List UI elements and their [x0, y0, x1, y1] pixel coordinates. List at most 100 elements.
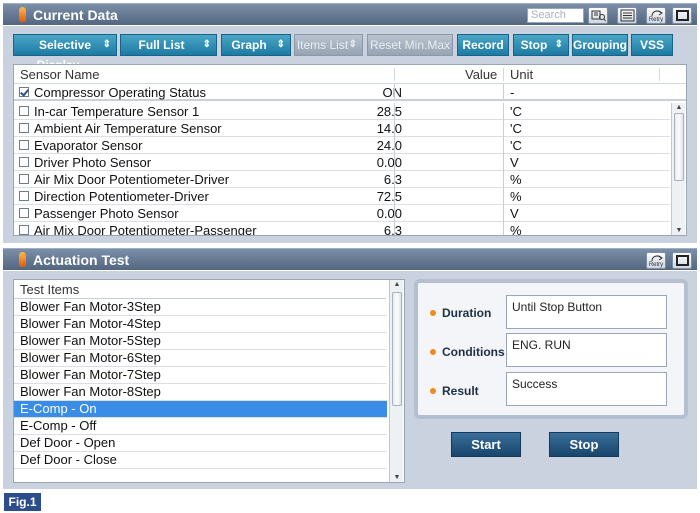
flame-icon	[19, 252, 26, 267]
flame-icon	[19, 7, 26, 22]
start-button[interactable]: Start	[451, 432, 521, 457]
sensor-row-checkbox[interactable]	[19, 157, 29, 167]
sensor-row-checkbox[interactable]	[19, 123, 29, 133]
sensor-name: Air Mix Door Potentiometer-Driver	[34, 172, 230, 187]
stop-dropdown-button[interactable]: Stop ⇕	[513, 34, 569, 56]
actuation-test-panel: Test Items Blower Fan Motor-3Step Blower …	[3, 271, 697, 489]
test-items-list: Test Items Blower Fan Motor-3Step Blower …	[13, 279, 405, 483]
items-list-button[interactable]: Items List ⇕	[294, 34, 363, 56]
actuation-test-title: Actuation Test	[33, 252, 130, 268]
conditions-label: Conditions	[430, 345, 505, 359]
retry-icon[interactable]: Retry	[646, 7, 666, 24]
grouping-button[interactable]: Grouping	[572, 34, 628, 56]
sensor-value: 6.3	[383, 223, 402, 235]
sensor-row[interactable]: Air Mix Door Potentiometer-Driver 6.3%	[14, 171, 670, 188]
dropdown-arrows-icon: ⇕	[276, 39, 285, 50]
sensor-unit: V	[510, 206, 519, 221]
vss-button[interactable]: VSS	[631, 34, 673, 56]
sensor-unit: %	[510, 189, 522, 204]
test-item[interactable]: Blower Fan Motor-6Step	[14, 350, 387, 367]
sensor-name: Passenger Photo Sensor	[34, 206, 179, 221]
sensor-row-checkbox[interactable]	[19, 191, 29, 201]
scroll-down-icon: ▼	[675, 227, 683, 234]
sensor-value: 14.0	[376, 121, 402, 136]
list-scrollbar[interactable]: ▲ ▼	[389, 280, 403, 482]
sensor-unit: V	[510, 155, 519, 170]
test-item-selected[interactable]: E-Comp - On	[14, 401, 387, 418]
sensor-name: Evaporator Sensor	[34, 138, 143, 153]
test-items-header: Test Items	[14, 280, 386, 299]
sensor-row[interactable]: Driver Photo Sensor 0.00 V	[14, 154, 670, 171]
figure-label: Fig.1	[4, 493, 41, 511]
sensor-row-checkbox[interactable]	[19, 140, 29, 150]
retry-icon[interactable]: Retry	[646, 252, 666, 269]
sensor-value: 28.5	[376, 104, 402, 119]
scrollbar-thumb[interactable]	[392, 292, 402, 406]
test-item[interactable]: Blower Fan Motor-4Step	[14, 316, 387, 333]
search-input[interactable]: Search	[527, 8, 584, 23]
bullet-icon	[430, 349, 436, 355]
reset-min-max-button[interactable]: Reset Min.Max	[367, 34, 453, 56]
current-data-title: Current Data	[33, 7, 118, 23]
test-item[interactable]: E-Comp - Off	[14, 418, 387, 435]
sensor-value: 0.00	[376, 155, 402, 170]
sensor-row[interactable]: Air Mix Door Potentiometer-Passenger 6.3%	[14, 222, 670, 235]
window-restore-icon[interactable]	[672, 7, 692, 24]
list-view-icon[interactable]	[617, 7, 637, 24]
sensor-name: Driver Photo Sensor	[34, 155, 152, 170]
scroll-up-icon: ▲	[393, 281, 401, 288]
sensor-unit: 'C	[510, 138, 522, 153]
test-item[interactable]: Blower Fan Motor-8Step	[14, 384, 387, 401]
test-item[interactable]: Def Door - Close	[14, 452, 387, 469]
scroll-down-icon: ▼	[393, 474, 401, 481]
sensor-name: Ambient Air Temperature Sensor	[34, 121, 222, 136]
grid-scrollbar[interactable]: ▲ ▼	[671, 103, 685, 235]
dropdown-arrows-icon: ⇕	[348, 39, 357, 50]
sensor-row-checkbox[interactable]	[19, 106, 29, 116]
sensor-unit: %	[510, 172, 522, 187]
sensor-row-checkbox[interactable]	[19, 174, 29, 184]
sensor-value: 72.5	[376, 189, 402, 204]
sensor-data-grid: Sensor Name Value Unit Compressor Operat…	[13, 64, 687, 236]
sensor-row[interactable]: Direction Potentiometer-Driver 72.5%	[14, 188, 670, 205]
sensor-row-checkbox[interactable]	[19, 208, 29, 218]
duration-value: Until Stop Button	[506, 295, 667, 329]
stop-button[interactable]: Stop	[549, 432, 619, 457]
selective-display-button[interactable]: Selective Display⇕	[13, 34, 117, 72]
scroll-up-icon: ▲	[675, 104, 683, 111]
sensor-name: Air Mix Door Potentiometer-Passenger	[34, 223, 257, 235]
sensor-unit: 'C	[510, 104, 522, 119]
app-window: Current Data Search Retry Selective Disp…	[0, 0, 700, 513]
sensor-row[interactable]: In-car Temperature Sensor 1 28.5 'C	[14, 103, 670, 120]
result-value: Success	[506, 372, 667, 406]
search-icon[interactable]	[588, 7, 608, 24]
sensor-row[interactable]: Ambient Air Temperature Sensor 14.0 'C	[14, 120, 670, 137]
full-list-button[interactable]: Full List ⇕	[120, 34, 217, 56]
duration-label: Duration	[430, 306, 491, 320]
record-button[interactable]: Record	[457, 34, 509, 56]
test-item[interactable]: Blower Fan Motor-5Step	[14, 333, 387, 350]
result-label: Result	[430, 384, 479, 398]
sensor-value: 6.3	[383, 172, 402, 187]
sensor-name: Direction Potentiometer-Driver	[34, 189, 209, 204]
test-info-box: Duration Until Stop Button Conditions EN…	[414, 279, 688, 419]
sensor-row[interactable]: Passenger Photo Sensor 0.00 V	[14, 205, 670, 222]
sensor-unit: %	[510, 223, 522, 235]
test-item[interactable]: Blower Fan Motor-7Step	[14, 367, 387, 384]
sensor-value: 24.0	[376, 138, 402, 153]
actuation-test-titlebar: Actuation Test Retry	[3, 248, 697, 270]
test-item[interactable]: Blower Fan Motor-3Step	[14, 299, 387, 316]
sensor-value: 0.00	[376, 206, 402, 221]
sensor-row-checkbox[interactable]	[19, 225, 29, 235]
window-restore-icon[interactable]	[672, 252, 692, 269]
test-item[interactable]: Def Door - Open	[14, 435, 387, 452]
scrollbar-thumb[interactable]	[674, 113, 684, 181]
sensor-rows: In-car Temperature Sensor 1 28.5 'C Ambient…	[14, 65, 670, 235]
sensor-unit: 'C	[510, 121, 522, 136]
current-data-panel: Selective Display⇕ Full List⇕ Graph⇕ Ite…	[3, 26, 697, 243]
graph-button[interactable]: Graph ⇕	[221, 34, 291, 56]
sensor-name: In-car Temperature Sensor 1	[34, 104, 200, 119]
bullet-icon	[430, 310, 436, 316]
sensor-row[interactable]: Evaporator Sensor 24.0 'C	[14, 137, 670, 154]
current-data-titlebar: Current Data Search Retry	[3, 3, 697, 25]
